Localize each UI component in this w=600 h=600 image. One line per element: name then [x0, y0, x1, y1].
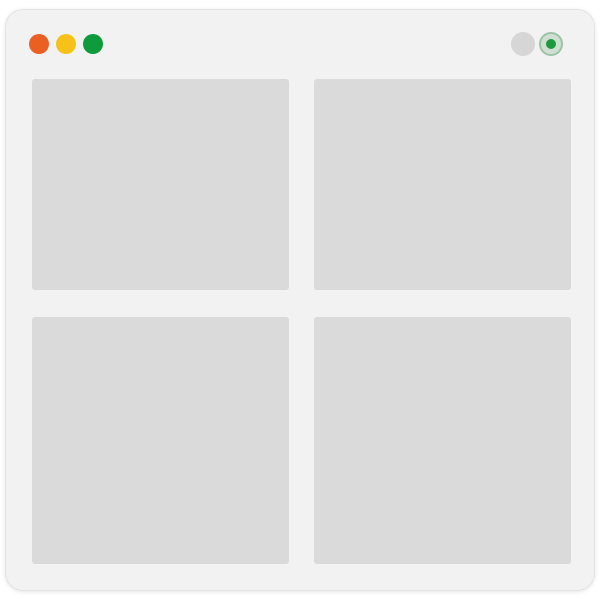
grid-tile[interactable] [314, 79, 571, 290]
minimize-icon[interactable] [56, 34, 76, 54]
close-icon[interactable] [29, 34, 49, 54]
status-icon[interactable] [539, 32, 563, 56]
maximize-icon[interactable] [83, 34, 103, 54]
status-dot-icon [546, 39, 556, 49]
grid-tile[interactable] [32, 317, 289, 564]
grid-tile[interactable] [314, 317, 571, 564]
grid-tile[interactable] [32, 79, 289, 290]
app-window [5, 9, 595, 591]
circle-icon[interactable] [511, 32, 535, 56]
